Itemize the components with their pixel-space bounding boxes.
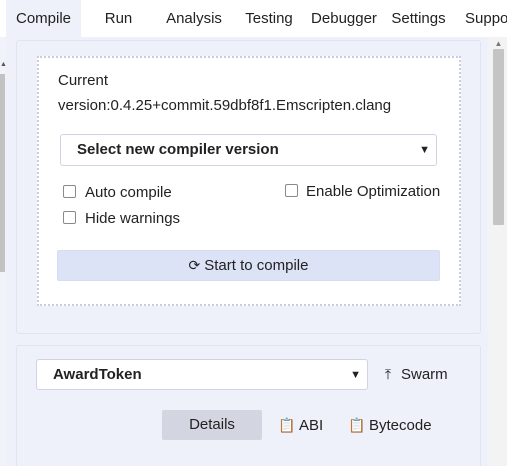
upload-icon: ⤒ xyxy=(384,366,392,382)
enable-optimization-label: Enable Optimization xyxy=(306,183,441,200)
compiler-version-select[interactable]: Select new compiler version ▼ xyxy=(60,134,437,166)
copy-bytecode-button[interactable]: 📋 Bytecode xyxy=(348,413,432,438)
abi-label: ABI xyxy=(299,417,324,434)
details-button[interactable]: Details xyxy=(162,410,262,440)
compiler-version-select-label: Select new compiler version xyxy=(77,141,279,158)
tab-debugger[interactable]: Debugger xyxy=(309,0,379,37)
tab-support[interactable]: Suppo xyxy=(465,0,507,37)
contract-select[interactable]: AwardToken ▼ xyxy=(36,359,368,390)
publish-swarm-button[interactable]: ⤒ Swarm xyxy=(380,362,448,387)
vertical-scrollbar[interactable]: ▲ xyxy=(490,37,507,466)
current-version-value: version:0.4.25+commit.59dbf8f1.Emscripte… xyxy=(58,97,392,114)
tab-analysis[interactable]: Analysis xyxy=(164,0,224,37)
current-version-label: Current xyxy=(58,72,109,89)
tab-run[interactable]: Run xyxy=(101,0,136,37)
chevron-down-icon: ▼ xyxy=(350,369,361,381)
scrollbar-thumb[interactable] xyxy=(493,49,504,225)
start-compile-button[interactable]: ⟳ Start to compile xyxy=(57,250,440,281)
outer-scrollbar[interactable] xyxy=(0,74,5,272)
bytecode-label: Bytecode xyxy=(369,417,432,434)
swarm-label: Swarm xyxy=(401,366,448,383)
start-compile-label: Start to compile xyxy=(204,257,309,274)
scroll-up-icon[interactable]: ▲ xyxy=(490,39,507,49)
auto-compile-label: Auto compile xyxy=(85,184,172,201)
enable-optimization-checkbox[interactable] xyxy=(285,184,298,197)
compiler-panel-root: Compile Run Analysis Testing Debugger Se… xyxy=(0,0,507,466)
tab-compile[interactable]: Compile xyxy=(6,0,81,37)
hide-warnings-label: Hide warnings xyxy=(85,210,181,227)
clipboard-icon: 📋 xyxy=(278,417,296,433)
clipboard-icon: 📋 xyxy=(348,417,366,433)
contract-select-label: AwardToken xyxy=(53,366,142,383)
auto-compile-checkbox[interactable] xyxy=(63,185,76,198)
tab-testing[interactable]: Testing xyxy=(243,0,295,37)
copy-abi-button[interactable]: 📋 ABI xyxy=(278,413,323,438)
hide-warnings-checkbox[interactable] xyxy=(63,211,76,224)
tab-settings[interactable]: Settings xyxy=(390,0,447,37)
chevron-down-icon: ▼ xyxy=(419,144,430,156)
refresh-icon: ⟳ xyxy=(188,257,201,273)
tab-bar: Compile Run Analysis Testing Debugger Se… xyxy=(0,0,507,37)
